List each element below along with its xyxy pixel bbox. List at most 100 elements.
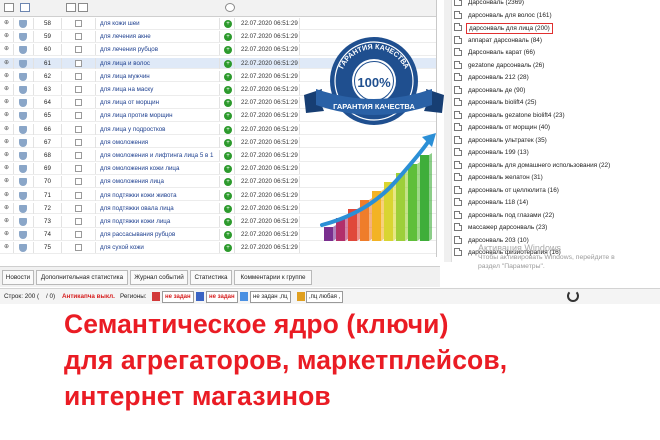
row-checkbox[interactable] <box>62 136 96 148</box>
keyword-cell[interactable]: для лица против морщин <box>96 110 220 122</box>
tree-item[interactable]: массажер дарсонваль (23) <box>444 222 660 234</box>
add-icon[interactable]: + <box>220 189 235 201</box>
keyword-cell[interactable]: для омоложения лица <box>96 176 220 188</box>
keyword-cell[interactable]: для омоложения и лифтинга лица 5 в 1 <box>96 150 220 161</box>
tree-item[interactable]: дарсонваль 118 (14) <box>444 197 660 209</box>
tree-item[interactable]: дарсонваль 199 (13) <box>444 147 660 159</box>
region-setting-3[interactable]: не задан ,пц <box>250 291 291 303</box>
expand-icon[interactable]: ⊕ <box>0 84 14 95</box>
row-checkbox[interactable] <box>62 229 96 241</box>
expand-icon[interactable]: ⊕ <box>0 176 14 188</box>
row-checkbox[interactable] <box>62 216 96 227</box>
expand-icon[interactable]: ⊕ <box>0 18 14 29</box>
row-checkbox[interactable] <box>62 57 96 69</box>
region-setting-1[interactable]: не задан <box>162 291 194 303</box>
status-column-icon[interactable] <box>225 3 235 12</box>
expand-icon[interactable]: ⊕ <box>0 44 14 56</box>
tab-statistics[interactable]: Статистика <box>190 270 232 285</box>
column-options-icon[interactable] <box>78 3 88 12</box>
expand-icon[interactable]: ⊕ <box>0 242 14 254</box>
row-checkbox[interactable] <box>62 84 96 95</box>
keyword-cell[interactable]: для лечения акне <box>96 31 220 43</box>
expand-icon[interactable]: ⊕ <box>0 57 14 69</box>
row-checkbox[interactable] <box>62 150 96 161</box>
keyword-cell[interactable]: для лица у подростков <box>96 123 220 135</box>
add-icon[interactable]: + <box>220 176 235 188</box>
row-checkbox[interactable] <box>62 189 96 201</box>
add-icon[interactable]: + <box>220 163 235 175</box>
keyword-cell[interactable]: для омоложения <box>96 136 220 148</box>
keyword-cell[interactable]: для подтяжки кожи лица <box>96 216 220 227</box>
keyword-cell[interactable]: для лица на маску <box>96 84 220 95</box>
expand-icon[interactable]: ⊕ <box>0 216 14 227</box>
add-icon[interactable]: + <box>220 18 235 29</box>
tree-item[interactable]: дарсонваль для домашнего использования (… <box>444 160 660 172</box>
row-checkbox[interactable] <box>62 202 96 214</box>
keyword-cell[interactable]: для лица от морщин <box>96 97 220 109</box>
keyword-cell[interactable]: для подтяжки кожи живота <box>96 189 220 201</box>
keyword-cell[interactable]: для лица и волос <box>96 57 220 69</box>
tree-item[interactable]: дарсонваль gezatone biolift4 (23) <box>444 110 660 122</box>
add-icon[interactable]: + <box>220 70 235 82</box>
expand-icon[interactable]: ⊕ <box>0 110 14 122</box>
tree-item[interactable]: Дарсонваль карат (66) <box>444 47 660 59</box>
expand-icon[interactable]: ⊕ <box>0 31 14 43</box>
add-icon[interactable]: + <box>220 150 235 161</box>
row-checkbox[interactable] <box>62 70 96 82</box>
add-icon[interactable]: + <box>220 136 235 148</box>
expand-icon[interactable]: ⊕ <box>0 163 14 175</box>
add-icon[interactable]: + <box>220 84 235 95</box>
expand-all-icon[interactable] <box>4 3 14 12</box>
keyword-cell[interactable]: для кожи шеи <box>96 18 220 29</box>
tree-item[interactable]: дарсонваль желатон (31) <box>444 172 660 184</box>
add-icon[interactable]: + <box>220 31 235 43</box>
row-checkbox[interactable] <box>62 97 96 109</box>
keyword-cell[interactable]: для лица мужчин <box>96 70 220 82</box>
row-checkbox[interactable] <box>62 163 96 175</box>
row-checkbox[interactable] <box>62 110 96 122</box>
keyword-cell[interactable]: для рассасывания рубцов <box>96 229 220 241</box>
add-icon[interactable]: + <box>220 123 235 135</box>
tree-item[interactable]: дарсонваль для волос (161) <box>444 10 660 22</box>
add-icon[interactable]: + <box>220 57 235 69</box>
filter-icon[interactable] <box>20 3 30 12</box>
add-icon[interactable]: + <box>220 44 235 56</box>
add-icon[interactable]: + <box>220 110 235 122</box>
tree-item[interactable]: аппарат дарсонваль (84) <box>444 35 660 47</box>
tree-item[interactable]: Дарсонваль (2369) <box>444 0 660 9</box>
tree-item[interactable]: gezatone дарсонваль (26) <box>444 60 660 72</box>
region-setting-4[interactable]: ,пц любая , <box>306 291 344 303</box>
tree-item[interactable]: дарсонваль де (90) <box>444 85 660 97</box>
tab-event-log[interactable]: Журнал событий <box>130 270 188 285</box>
tree-item[interactable]: дарсонваль под глазами (22) <box>444 210 660 222</box>
keyword-cell[interactable]: для сухой кожи <box>96 242 220 254</box>
tab-extra-stats[interactable]: Дополнительная статистика <box>36 270 128 285</box>
expand-icon[interactable]: ⊕ <box>0 97 14 109</box>
keyword-cell[interactable]: для подтяжки овала лица <box>96 202 220 214</box>
tab-news[interactable]: Новости <box>2 270 34 285</box>
expand-icon[interactable]: ⊕ <box>0 189 14 201</box>
row-checkbox[interactable] <box>62 18 96 29</box>
tree-item[interactable]: дарсонваль biolift4 (25) <box>444 97 660 109</box>
expand-icon[interactable]: ⊕ <box>0 123 14 135</box>
row-checkbox[interactable] <box>62 31 96 43</box>
add-icon[interactable]: + <box>220 229 235 241</box>
row-checkbox[interactable] <box>62 242 96 254</box>
tree-item[interactable]: дарсонваль для лица (200) <box>444 22 660 34</box>
region-setting-2[interactable]: не задан <box>206 291 238 303</box>
keyword-cell[interactable]: для лечения рубцов <box>96 44 220 56</box>
anticaptcha-status[interactable]: Антикапча выкл. <box>62 289 115 304</box>
keyword-cell[interactable]: для омоложения кожи лица <box>96 163 220 175</box>
expand-icon[interactable]: ⊕ <box>0 202 14 214</box>
expand-icon[interactable]: ⊕ <box>0 136 14 148</box>
expand-icon[interactable]: ⊕ <box>0 229 14 241</box>
add-icon[interactable]: + <box>220 202 235 214</box>
add-icon[interactable]: + <box>220 216 235 227</box>
row-checkbox[interactable] <box>62 123 96 135</box>
tree-item[interactable]: дарсонваль 212 (28) <box>444 72 660 84</box>
add-icon[interactable]: + <box>220 242 235 254</box>
tree-item[interactable]: дарсонваль ультратек (35) <box>444 135 660 147</box>
select-all-checkbox[interactable] <box>66 3 76 12</box>
row-checkbox[interactable] <box>62 44 96 56</box>
row-checkbox[interactable] <box>62 176 96 188</box>
